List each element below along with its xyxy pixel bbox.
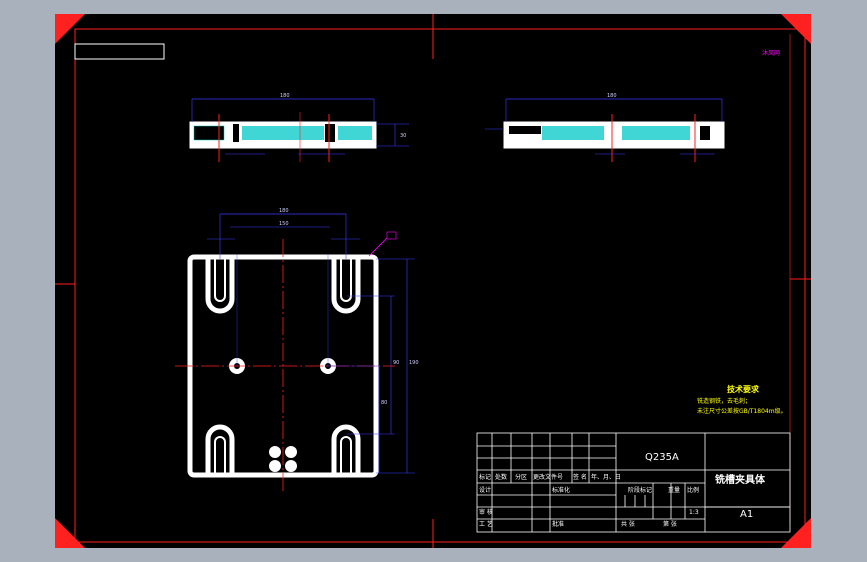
technical-requirements: 技术要求 铣造钢铁，去毛刺； 未注尺寸公差按GB/T1804m级。 — [697, 384, 787, 415]
tb-approve: 批准 — [552, 520, 564, 528]
tb-stage-mark: 阶段标记 — [628, 486, 652, 494]
drawing-viewport: 沐风网 180 30 180 180 150 190 80 90 技术要求 铣造… — [0, 0, 867, 562]
plan-view-plate: 180 150 190 80 90 — [175, 208, 419, 492]
tb-ratio: 比例 — [687, 486, 699, 494]
tech-req-line1: 铣造钢铁，去毛刺； — [697, 397, 751, 405]
side-section-view: 180 — [485, 93, 725, 162]
tb-part-name: 铣槽夹具体 — [715, 473, 766, 486]
dim-top-height: 30 — [400, 133, 406, 139]
tb-count: 处数 — [495, 473, 507, 481]
tb-material: Q235A — [645, 452, 679, 463]
front-section-view: 180 30 — [189, 93, 409, 162]
corner-mark-bl — [55, 518, 85, 548]
dim-top-width: 180 — [280, 93, 290, 99]
tb-standardize: 标准化 — [552, 486, 570, 494]
tb-mark: 标记 — [479, 473, 491, 481]
tb-zone: 分区 — [515, 473, 527, 481]
tb-scale-value: 1:3 — [689, 509, 699, 516]
tb-sheet-no: 第 张 — [663, 520, 677, 528]
dim-hole-spacing: 90 — [393, 360, 399, 366]
drawing-number-box — [74, 43, 165, 60]
title-block-text: 标记 处数 分区 更改文件号 签 名 年、月、日 设计 标准化 审 核 工 艺 … — [479, 452, 766, 528]
tb-date: 年、月、日 — [591, 473, 621, 481]
logo-watermark: 沐风网 — [762, 49, 780, 57]
cad-drawing: 沐风网 180 30 180 180 150 190 80 90 技术要求 铣造… — [55, 14, 811, 548]
dim-plate-height: 190 — [409, 360, 419, 366]
corner-mark-br — [781, 518, 811, 548]
tb-process: 工 艺 — [479, 520, 493, 528]
tech-req-heading: 技术要求 — [727, 384, 760, 394]
tb-change-doc: 更改文件号 — [533, 473, 563, 481]
tb-sign: 签 名 — [573, 473, 587, 481]
tb-design: 设计 — [479, 486, 491, 494]
dim-plate-inner: 150 — [279, 221, 289, 227]
inner-border — [74, 28, 806, 543]
tb-weight: 重量 — [668, 486, 680, 494]
dim-plate-width: 180 — [279, 208, 289, 214]
tech-req-line2: 未注尺寸公差按GB/T1804m级。 — [697, 407, 787, 415]
drawing-sheet: 沐风网 180 30 180 180 150 190 80 90 技术要求 铣造… — [55, 14, 811, 548]
dim-side-width: 180 — [607, 93, 617, 99]
tb-sheets-total: 共 张 — [621, 520, 635, 528]
tb-review: 审 核 — [479, 508, 493, 516]
dim-slot-depth: 80 — [381, 400, 387, 406]
tb-sheet-size: A1 — [740, 509, 753, 520]
